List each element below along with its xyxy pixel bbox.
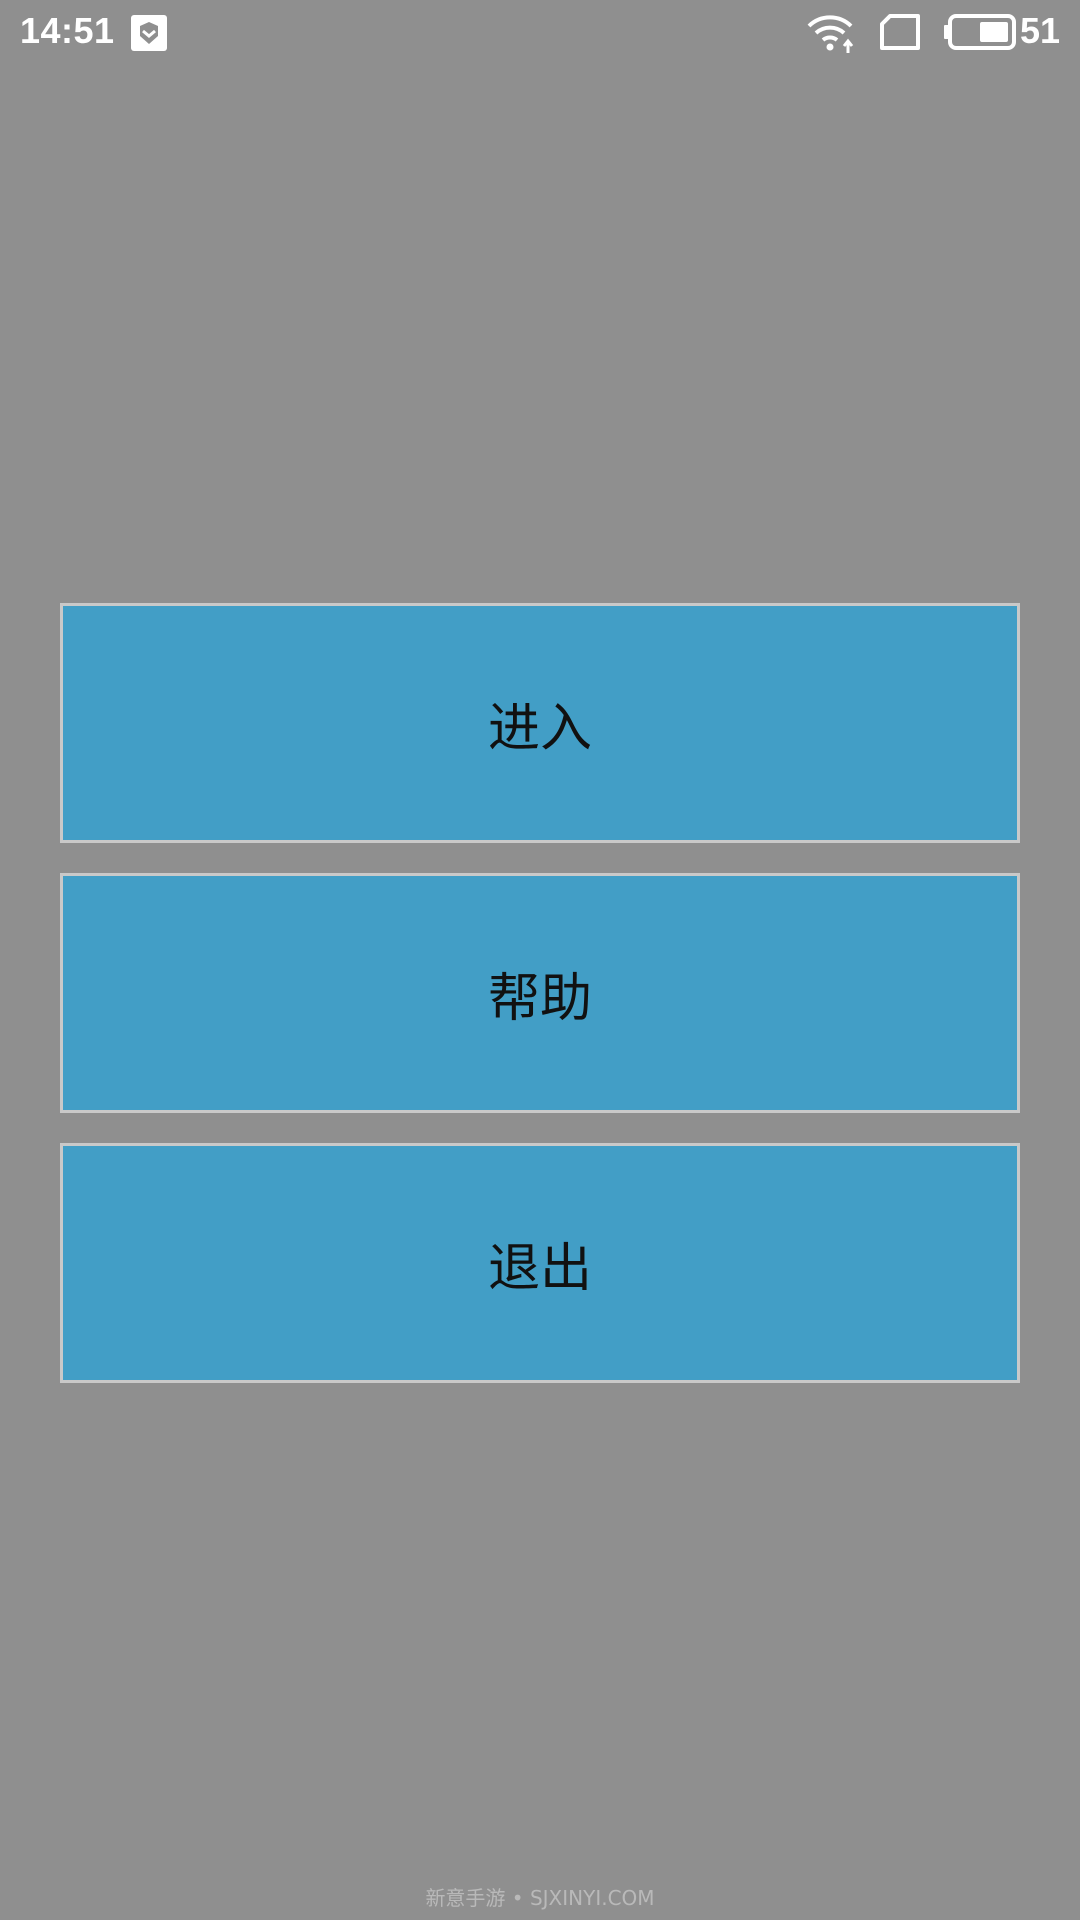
status-time: 14:51: [20, 10, 115, 51]
help-button[interactable]: 帮助: [60, 873, 1020, 1113]
status-bar: 14:51 51: [0, 0, 1080, 66]
enter-button[interactable]: 进入: [60, 603, 1020, 843]
battery-level: 51: [1020, 10, 1061, 51]
help-button-label: 帮助: [487, 968, 592, 1029]
sim-card-icon: [880, 14, 920, 50]
battery-icon: [944, 14, 1016, 50]
enter-button-label: 进入: [487, 698, 592, 759]
exit-button[interactable]: 退出: [60, 1143, 1020, 1383]
notification-shield-icon: [131, 15, 167, 51]
wifi-icon: [807, 15, 854, 53]
watermark: 新意手游 • SJXINYI.COM: [425, 1886, 655, 1910]
exit-button-label: 退出: [487, 1238, 592, 1299]
main-menu: 进入 帮助 退出: [60, 603, 1020, 1413]
